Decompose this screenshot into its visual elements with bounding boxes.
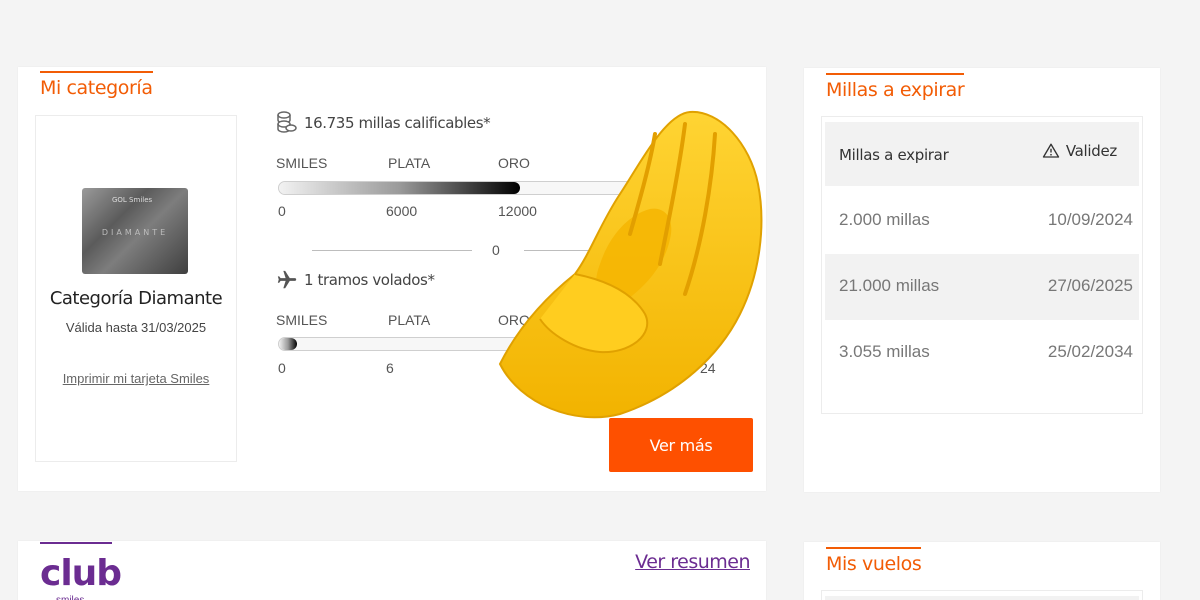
row-date: 25/02/2034 (1047, 342, 1133, 361)
segments-label: 1 tramos volados* (304, 271, 435, 289)
segments-tick-0: 0 (278, 360, 286, 376)
expiring-table: Millas a expirar Validez 2.000 millas 10… (821, 116, 1143, 414)
row-amount: 21.000 millas (839, 276, 940, 295)
print-card-link[interactable]: Imprimir mi tarjeta Smiles (36, 371, 236, 386)
tier-card-image: GOL Smiles DIAMANTE (82, 188, 188, 274)
club-logo: club (40, 542, 122, 594)
col-header-validity: Validez (1042, 142, 1117, 160)
col-header-validity-label: Validez (1065, 142, 1117, 160)
flights-title: Mis vuelos (826, 547, 922, 575)
flights-table (821, 590, 1143, 600)
qualifying-miles-label: 16.735 millas calificables* (304, 114, 491, 132)
col-header-miles: Millas a expirar (839, 146, 949, 164)
club-logo-sub: smiles (56, 595, 84, 600)
row-amount: 2.000 millas (839, 210, 930, 229)
qualifying-miles-heading: 16.735 millas calificables* (276, 111, 491, 135)
coins-icon (277, 111, 297, 133)
pinched-fingers-hand-icon (498, 110, 763, 419)
segments-level-plata: PLATA (388, 312, 431, 328)
view-summary-link[interactable]: Ver resumen (635, 551, 750, 573)
my-flights-card: Mis vuelos (804, 542, 1160, 600)
tier-panel: GOL Smiles DIAMANTE Categoría Diamante V… (35, 115, 237, 462)
miles-level-smiles: SMILES (276, 155, 328, 171)
club-card: club smiles Ver resumen (18, 541, 766, 600)
table-row: 21.000 millas 27/06/2025 (825, 254, 1139, 320)
table-row: 2.000 millas 10/09/2024 (825, 188, 1139, 254)
segments-heading: 1 tramos volados* (276, 269, 435, 291)
row-date: 10/09/2024 (1047, 210, 1133, 229)
card-brand-logo: GOL Smiles (112, 196, 153, 204)
segments-progress-fill (279, 338, 297, 350)
segments-tick-1: 6 (386, 360, 394, 376)
miles-tick-1: 6000 (386, 203, 418, 219)
warning-icon (1042, 143, 1060, 158)
segments-level-smiles: SMILES (276, 312, 328, 328)
expiring-title: Millas a expirar (826, 73, 965, 101)
miles-tick-0: 0 (278, 203, 286, 219)
row-amount: 3.055 millas (839, 342, 930, 361)
tier-valid-until: Válida hasta 31/03/2025 (65, 320, 207, 335)
tier-name: Categoría Diamante (49, 288, 223, 309)
miles-level-plata: PLATA (388, 155, 431, 171)
expiring-table-header: Millas a expirar Validez (825, 122, 1139, 186)
table-row: 3.055 millas 25/02/2034 (825, 320, 1139, 386)
expiring-miles-card: Millas a expirar Millas a expirar Valide… (804, 68, 1160, 492)
flights-table-header (825, 596, 1139, 600)
category-title: Mi categoría (40, 71, 153, 99)
airplane-icon (277, 270, 297, 289)
row-date: 27/06/2025 (1047, 276, 1133, 295)
card-tier-word: DIAMANTE (101, 228, 169, 237)
divider-left (312, 250, 472, 251)
